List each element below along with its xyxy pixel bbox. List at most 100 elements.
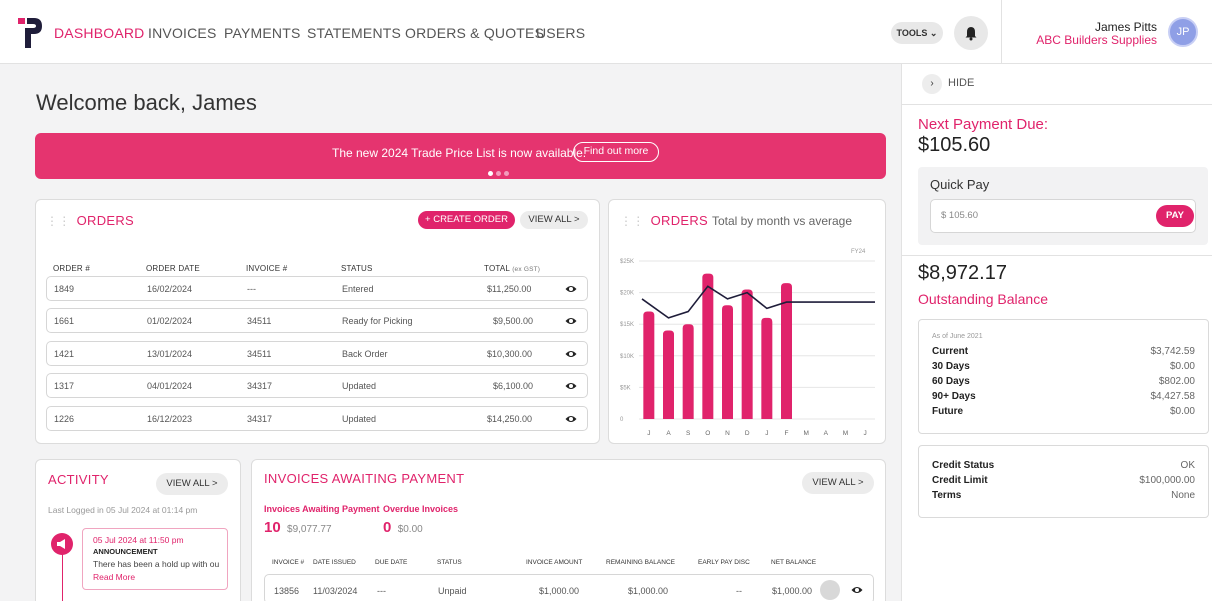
bar — [722, 305, 733, 419]
bar — [663, 330, 674, 419]
bar — [702, 273, 714, 419]
x-tick-label: F — [785, 430, 789, 437]
invoice-number: 34511 — [247, 349, 272, 359]
x-tick-label: D — [745, 430, 750, 437]
x-tick-label: A — [824, 430, 829, 437]
table-row[interactable]: 1421 13/01/2024 34511 Back Order $10,300… — [46, 341, 588, 366]
quick-pay-label: Quick Pay — [930, 177, 990, 192]
order-date: 16/12/2023 — [147, 414, 193, 424]
y-tick-label: $15K — [620, 322, 634, 328]
activity-time: 05 Jul 2024 at 11:50 pm — [93, 535, 184, 545]
company-link[interactable]: ABC Builders Supplies — [1036, 33, 1157, 47]
brand-logo[interactable] — [18, 16, 44, 50]
overdue-count: 0 — [383, 519, 392, 536]
invoice-number: --- — [247, 284, 256, 294]
nav-invoices[interactable]: INVOICES — [148, 25, 217, 41]
eye-icon[interactable] — [565, 348, 577, 360]
eye-icon[interactable] — [565, 315, 577, 327]
nav-statements[interactable]: STATEMENTS — [307, 25, 401, 41]
pay-button[interactable]: PAY — [1156, 205, 1194, 227]
aging-label: Current — [932, 346, 969, 357]
carousel-dot[interactable] — [488, 171, 493, 176]
eye-icon[interactable] — [565, 283, 577, 295]
table-row[interactable]: 13856 11/03/2024 --- Unpaid $1,000.00 $1… — [264, 574, 874, 601]
date-issued: 11/03/2024 — [313, 586, 358, 596]
avatar[interactable]: JP — [1168, 17, 1198, 47]
invoices-view-all-button[interactable]: VIEW ALL > — [802, 472, 874, 494]
eye-icon[interactable] — [565, 380, 577, 392]
nav-payments[interactable]: PAYMENTS — [224, 25, 301, 41]
activity-item[interactable]: 05 Jul 2024 at 11:50 pm ANNOUNCEMENT The… — [82, 528, 228, 590]
col-header-due-date: DUE DATE — [375, 559, 408, 566]
x-tick-label: N — [725, 430, 730, 437]
legend-label: FY24 — [851, 249, 866, 255]
activity-text: There has been a hold up with ou — [93, 559, 220, 569]
nav-orders-quotes[interactable]: ORDERS & QUOTES — [405, 25, 544, 41]
invoice-number: 34317 — [247, 414, 273, 424]
orders-title: ⋮⋮ ORDERS — [46, 213, 134, 228]
awaiting-amount: $9,077.77 — [287, 524, 332, 535]
aging-value: $0.00 — [1169, 406, 1195, 417]
eye-icon[interactable] — [565, 413, 577, 425]
x-tick-label: A — [666, 430, 671, 437]
chevron-right-icon[interactable]: › — [922, 74, 942, 94]
hide-panel-label[interactable]: HIDE — [948, 77, 974, 89]
order-number: 1226 — [54, 414, 75, 424]
invoice-number: 13856 — [274, 586, 300, 596]
overdue-summary: 0 $0.00 — [383, 519, 423, 536]
drag-handle-icon[interactable]: ⋮⋮ — [46, 214, 71, 228]
create-order-button[interactable]: + CREATE ORDER — [418, 211, 515, 229]
nav-dashboard[interactable]: DASHBOARD — [54, 25, 144, 41]
carousel-dot[interactable] — [504, 171, 509, 176]
bar — [643, 311, 655, 419]
tools-dropdown-button[interactable]: TOOLS ⌄ — [891, 22, 943, 44]
y-tick-label: $25K — [620, 259, 634, 265]
y-tick-label: $20K — [620, 291, 634, 297]
invoices-title: INVOICES AWAITING PAYMENT — [264, 471, 465, 486]
credit-value: OK — [1180, 460, 1195, 471]
nav-divider — [1001, 0, 1002, 64]
nav-users[interactable]: USERS — [536, 25, 585, 41]
col-header-status: STATUS — [437, 559, 462, 566]
x-tick-label: M — [803, 430, 808, 437]
table-row[interactable]: 1661 01/02/2024 34511 Ready for Picking … — [46, 308, 588, 333]
order-total: $10,300.00 — [487, 349, 533, 359]
due-date: --- — [377, 586, 386, 596]
overdue-amount: $0.00 — [397, 524, 423, 535]
download-icon[interactable] — [820, 580, 840, 600]
orders-title-text: ORDERS — [76, 213, 135, 228]
orders-card: ⋮⋮ ORDERS + CREATE ORDER VIEW ALL > ORDER… — [35, 199, 600, 444]
table-row[interactable]: 1317 04/01/2024 34317 Updated $6,100.00 — [46, 373, 588, 398]
banner-text: The new 2024 Trade Price List is now ava… — [332, 146, 587, 160]
eye-icon[interactable] — [851, 584, 863, 596]
notifications-button[interactable] — [954, 16, 988, 50]
invoice-number: 34317 — [247, 381, 273, 391]
tools-label: TOOLS — [896, 28, 928, 38]
activity-view-all-button[interactable]: VIEW ALL > — [156, 473, 228, 495]
overdue-label[interactable]: Overdue Invoices — [383, 504, 458, 514]
table-row[interactable]: 1226 16/12/2023 34317 Updated $14,250.00 — [46, 406, 588, 431]
read-more-link[interactable]: Read More — [93, 572, 135, 582]
outstanding-amount: $8,972.17 — [918, 262, 1007, 284]
find-out-more-button[interactable]: Find out more — [573, 142, 659, 162]
col-header-status: STATUS — [341, 264, 373, 273]
table-row[interactable]: 1849 16/02/2024 --- Entered $11,250.00 — [46, 276, 588, 301]
credit-label: Credit Status — [932, 460, 995, 471]
carousel-dots[interactable] — [488, 165, 512, 179]
order-date: 04/01/2024 — [147, 381, 193, 391]
total-header-suffix: (ex GST) — [512, 266, 541, 273]
aging-label: 30 Days — [932, 361, 970, 372]
x-tick-label: J — [647, 430, 650, 437]
order-status: Updated — [342, 414, 377, 424]
x-tick-label: J — [765, 430, 768, 437]
orders-view-all-button[interactable]: VIEW ALL > — [520, 211, 588, 229]
account-summary-panel: › HIDE Next Payment Due: $105.60 Quick P… — [901, 64, 1212, 601]
carousel-dot[interactable] — [496, 171, 501, 176]
order-number: 1317 — [54, 381, 75, 391]
outstanding-label: Outstanding Balance — [918, 291, 1048, 307]
bar — [761, 317, 773, 419]
col-header-invoice: INVOICE # — [272, 559, 305, 566]
aging-label: 60 Days — [932, 376, 970, 387]
awaiting-label[interactable]: Invoices Awaiting Payment — [264, 504, 380, 514]
awaiting-count: 10 — [264, 519, 281, 536]
